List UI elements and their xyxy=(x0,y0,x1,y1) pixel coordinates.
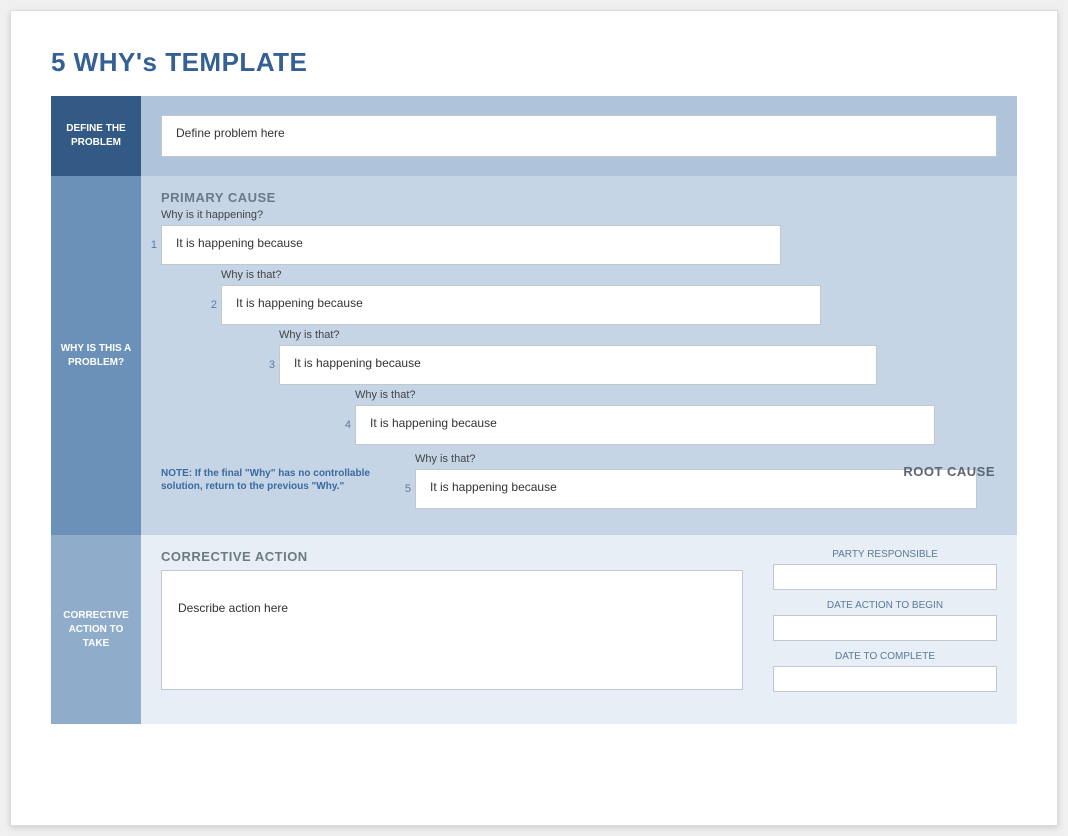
action-content: CORRECTIVE ACTION Describe action here P… xyxy=(141,535,1017,724)
why-2-question: Why is that? xyxy=(221,269,997,281)
action-block: CORRECTIVE ACTION TO TAKE CORRECTIVE ACT… xyxy=(51,535,1017,724)
why-4-question: Why is that? xyxy=(355,389,997,401)
define-sidebar: DEFINE THE PROBLEM xyxy=(51,96,141,176)
why-4-number: 4 xyxy=(337,419,351,431)
page-title: 5 WHY's TEMPLATE xyxy=(51,47,1017,78)
corrective-action-input[interactable]: Describe action here xyxy=(161,570,743,690)
date-begin-label: DATE ACTION TO BEGIN xyxy=(773,600,997,611)
root-cause-label: ROOT CAUSE xyxy=(903,464,995,479)
why-1-input[interactable]: It is happening because xyxy=(161,225,781,265)
why-1-number: 1 xyxy=(143,239,157,251)
why-2-number: 2 xyxy=(203,299,217,311)
why-2-input[interactable]: It is happening because xyxy=(221,285,821,325)
page: 5 WHY's TEMPLATE DEFINE THE PROBLEM Defi… xyxy=(10,10,1058,826)
whys-sidebar: WHY IS THIS A PROBLEM? xyxy=(51,176,141,535)
whys-content: PRIMARY CAUSE ROOT CAUSE Why is it happe… xyxy=(141,176,1017,535)
why-1-question: Why is it happening? xyxy=(161,209,997,221)
why-3-question: Why is that? xyxy=(279,329,997,341)
whys-note: NOTE: If the final "Why" has no controll… xyxy=(161,467,391,493)
date-complete-label: DATE TO COMPLETE xyxy=(773,651,997,662)
date-complete-input[interactable] xyxy=(773,666,997,692)
define-content: Define problem here xyxy=(141,96,1017,176)
action-left: CORRECTIVE ACTION Describe action here xyxy=(161,549,743,702)
primary-cause-header: PRIMARY CAUSE xyxy=(161,190,997,205)
why-3-number: 3 xyxy=(261,359,275,371)
why-4-input[interactable]: It is happening because xyxy=(355,405,935,445)
corrective-action-header: CORRECTIVE ACTION xyxy=(161,549,743,564)
date-begin-input[interactable] xyxy=(773,615,997,641)
define-problem-input[interactable]: Define problem here xyxy=(161,115,997,157)
action-right: PARTY RESPONSIBLE DATE ACTION TO BEGIN D… xyxy=(773,549,997,702)
party-responsible-label: PARTY RESPONSIBLE xyxy=(773,549,997,560)
why-3-input[interactable]: It is happening because xyxy=(279,345,877,385)
define-block: DEFINE THE PROBLEM Define problem here xyxy=(51,96,1017,176)
action-sidebar: CORRECTIVE ACTION TO TAKE xyxy=(51,535,141,724)
why-5-input[interactable]: It is happening because xyxy=(415,469,977,509)
why-5-number: 5 xyxy=(397,483,411,495)
whys-block: WHY IS THIS A PROBLEM? PRIMARY CAUSE ROO… xyxy=(51,176,1017,535)
party-responsible-input[interactable] xyxy=(773,564,997,590)
